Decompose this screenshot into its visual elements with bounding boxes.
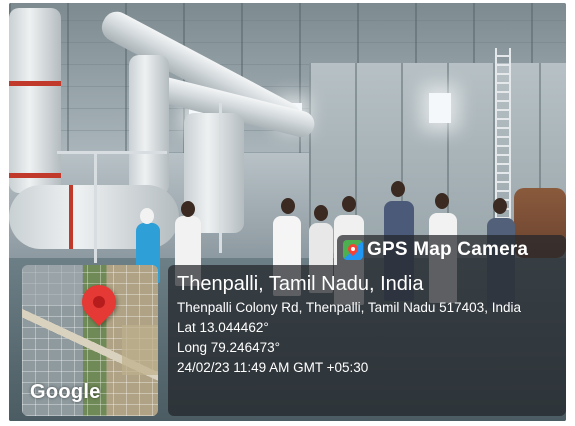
gps-app-header: GPS Map Camera (337, 235, 566, 265)
skylight (429, 93, 451, 123)
person-head (281, 198, 295, 214)
timestamp: 24/02/23 11:49 AM GMT +05:30 (177, 360, 369, 375)
gps-app-name: GPS Map Camera (367, 239, 529, 260)
longitude: Long 79.246473° (177, 340, 280, 355)
google-logo: Google (30, 381, 101, 403)
person-head (391, 181, 405, 197)
map-thumbnail: Google (22, 265, 158, 416)
person-head (493, 198, 507, 214)
switchgear-column (129, 55, 169, 195)
person-head (342, 196, 356, 212)
person-head (181, 201, 195, 217)
switchgear-column (184, 113, 244, 233)
map-block (122, 325, 158, 375)
platform-rail (57, 151, 167, 154)
person-head (314, 205, 328, 221)
red-band (69, 185, 73, 249)
person-head (140, 208, 154, 224)
map-pin-icon (74, 277, 124, 327)
switchgear-column (9, 8, 61, 193)
red-band (9, 81, 61, 86)
location-address: Thenpalli Colony Rd, Thenpalli, Tamil Na… (177, 300, 521, 315)
location-title: Thenpalli, Tamil Nadu, India (177, 273, 424, 295)
person-head (435, 193, 449, 209)
map-block (22, 265, 82, 305)
platform-post (219, 103, 222, 253)
gps-map-camera-app-icon (343, 240, 363, 260)
platform-post (94, 153, 97, 263)
latitude: Lat 13.044462° (177, 320, 269, 335)
location-info-panel: Thenpalli, Tamil Nadu, India Thenpalli C… (168, 265, 566, 416)
photo: GPS Map Camera Google Thenpalli, Tamil N… (9, 3, 566, 421)
red-band (9, 173, 61, 178)
